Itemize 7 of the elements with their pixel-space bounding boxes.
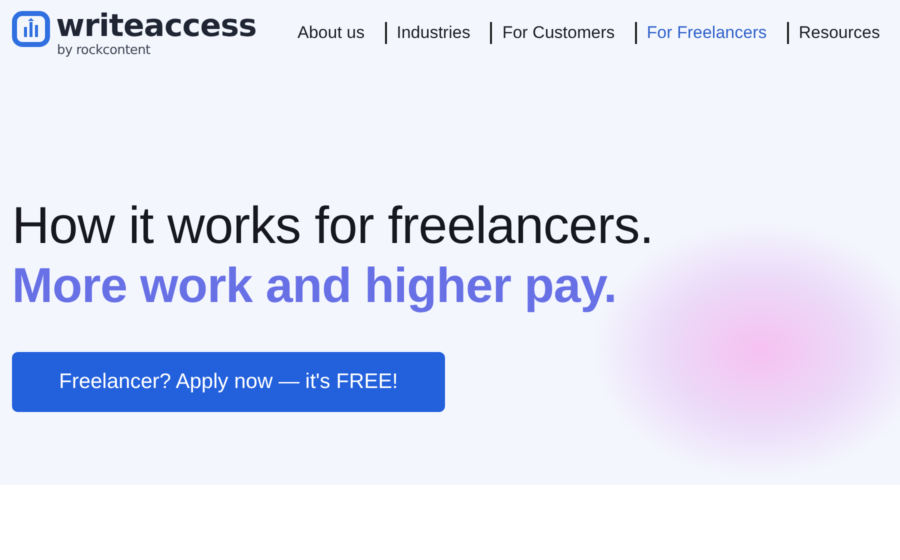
logo-byline: by rockcontent [57, 43, 152, 59]
hero-title: How it works for freelancers. [12, 196, 654, 256]
nav-link[interactable]: About us [298, 22, 365, 44]
hero-subtitle: More work and higher pay. [12, 258, 618, 315]
logo-wordmark: writeaccess [56, 9, 256, 43]
logo-icon [12, 11, 50, 47]
apply-button[interactable]: Freelancer? Apply now — it's FREE! [12, 352, 445, 412]
